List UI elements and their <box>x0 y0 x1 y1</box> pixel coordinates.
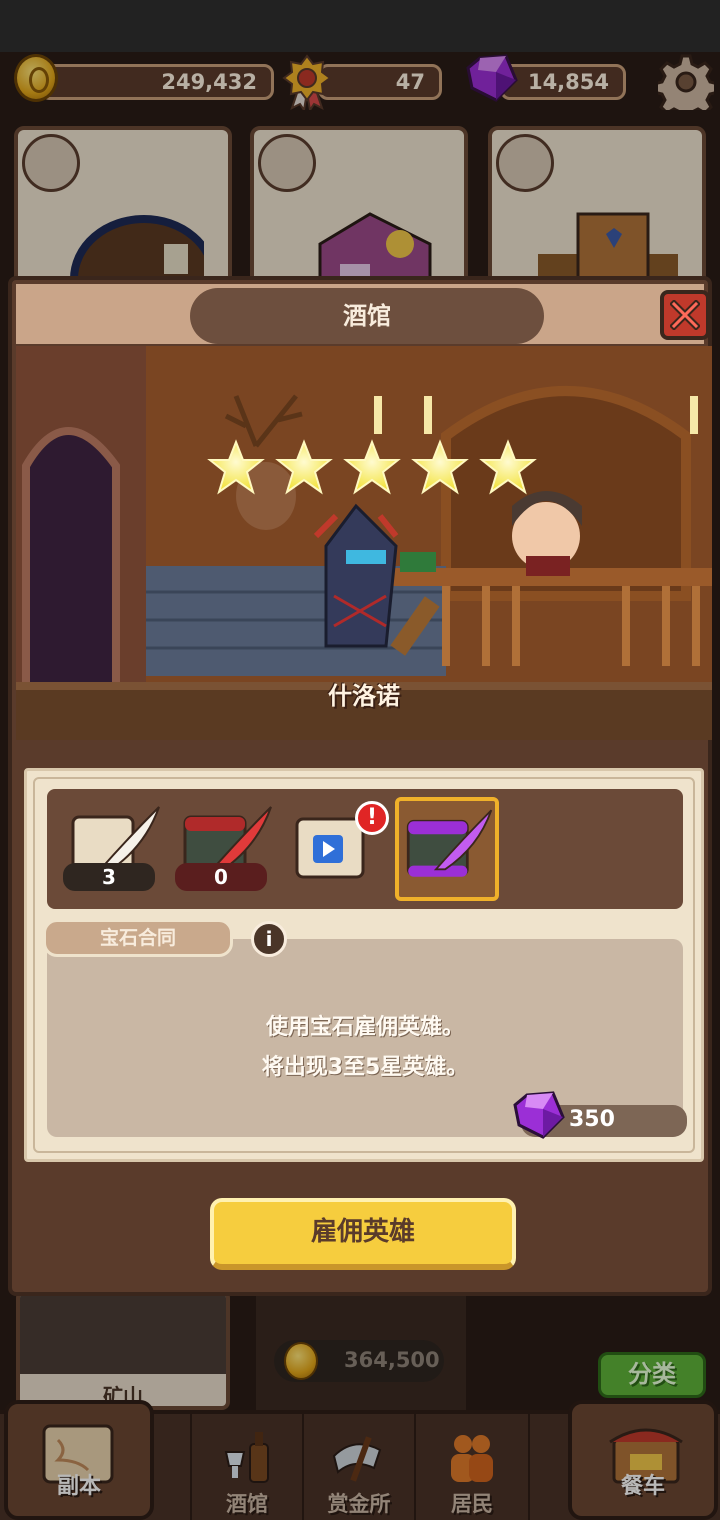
building-card-mine[interactable]: 矿山 <box>16 1290 230 1410</box>
dialog-title: 酒馆 <box>190 288 544 344</box>
gem-price-icon <box>513 1091 565 1139</box>
star-icon <box>343 439 401 495</box>
gem-scroll-slot[interactable] <box>395 797 499 901</box>
building-card-tower[interactable] <box>488 126 706 296</box>
close-button[interactable] <box>660 290 710 340</box>
settings-gear-icon[interactable] <box>658 54 714 110</box>
gem-resource[interactable]: 14,854 <box>500 60 628 102</box>
ad-scroll-slot[interactable]: ! <box>283 797 389 901</box>
red-scroll-count: 0 <box>175 863 267 891</box>
bounty-axe-icon <box>332 1436 382 1482</box>
close-icon <box>670 300 700 330</box>
residents-people-icon <box>451 1435 493 1482</box>
dialog-header: 酒馆 <box>16 284 710 344</box>
white-scroll-slot[interactable]: 3 <box>59 797 163 901</box>
hire-hero-button[interactable]: 雇佣英雄 <box>210 1198 516 1270</box>
star-icon <box>275 439 333 495</box>
nav-bounty[interactable]: 赏金所 <box>304 1410 414 1520</box>
white-scroll-count: 3 <box>63 863 155 891</box>
scroll-selector: 3 0 ! <box>47 789 683 909</box>
building-card-house[interactable] <box>250 126 468 296</box>
hero-name: 什洛诺 <box>328 682 400 710</box>
tavern-scene: 什洛诺 <box>16 346 712 740</box>
medal-value: 47 <box>395 70 425 94</box>
building-card-bar[interactable] <box>14 126 232 296</box>
gold-coin-icon <box>284 1342 318 1380</box>
star-icon <box>411 439 469 495</box>
nav-residents[interactable]: 居民 <box>416 1410 528 1520</box>
nav-dungeon[interactable]: 副本 <box>4 1400 154 1520</box>
contract-type-label: 宝石合同 <box>43 919 233 957</box>
price-value: 350 <box>569 1107 615 1132</box>
status-bar <box>0 0 720 52</box>
hero-star-rating <box>207 439 537 495</box>
gold-value: 249,432 <box>161 70 257 94</box>
medal-resource[interactable]: 47 <box>318 60 444 102</box>
star-icon <box>207 439 265 495</box>
gem-icon <box>466 54 518 102</box>
alert-badge: ! <box>355 801 389 835</box>
info-icon[interactable]: i <box>251 921 287 957</box>
contract-panel: 3 0 ! 使用宝石雇佣英雄。 将出现3至5星英雄。 宝石合同 i 350 <box>24 768 704 1162</box>
gold-resource[interactable]: 249,432 <box>40 60 276 102</box>
contract-desc-line1: 使用宝石雇佣英雄。 <box>265 1015 464 1040</box>
tavern-dialog: 酒馆 什洛诺 3 0 ! 使用宝石雇佣英雄。 将出现3至5星英雄。 宝石合同 i… <box>8 276 712 1296</box>
medal-icon <box>282 54 332 110</box>
gold-coin-icon <box>14 54 58 102</box>
red-scroll-slot[interactable]: 0 <box>171 797 275 901</box>
nav-tavern[interactable]: 酒馆 <box>192 1410 302 1520</box>
star-icon <box>479 439 537 495</box>
gem-scroll-icon <box>406 809 493 877</box>
contract-desc-line2: 将出现3至5星英雄。 <box>261 1055 469 1080</box>
nav-dining-car[interactable]: 餐车 <box>568 1400 718 1520</box>
tavern-bottle-icon <box>224 1432 269 1483</box>
gem-value: 14,854 <box>527 70 609 94</box>
sort-button[interactable]: 分类 <box>598 1352 706 1398</box>
upgrade-cost-value: 364,500 <box>344 1348 440 1372</box>
